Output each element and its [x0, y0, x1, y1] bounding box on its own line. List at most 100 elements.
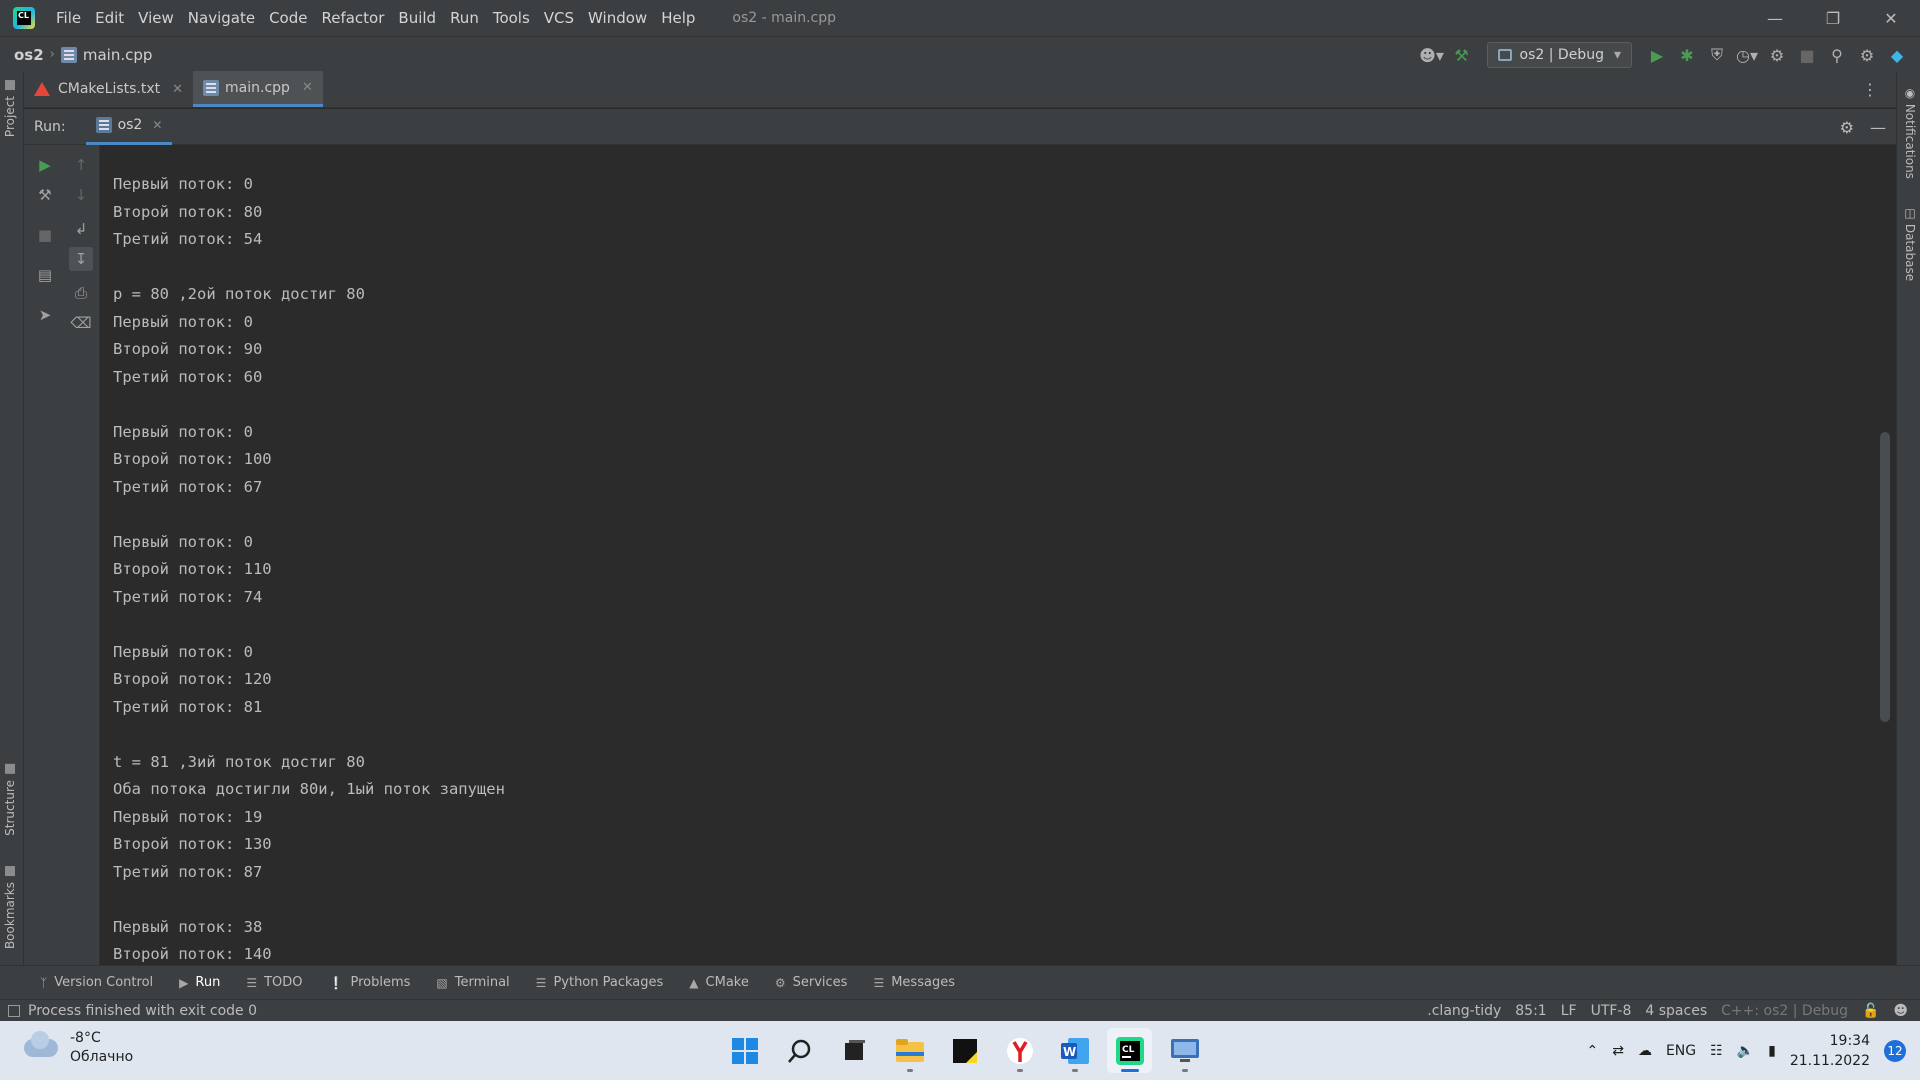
structure-tool-tab[interactable]: Structure	[3, 764, 17, 836]
menu-navigate[interactable]: Navigate	[181, 0, 262, 36]
input-language[interactable]: ENG	[1666, 1043, 1696, 1059]
battery-icon[interactable]: ▮	[1768, 1043, 1776, 1059]
caret-position[interactable]: 85:1	[1515, 1003, 1546, 1019]
menu-window[interactable]: Window	[581, 0, 654, 36]
tab-services[interactable]: ⚙ Services	[775, 966, 848, 1000]
run-configuration-selector[interactable]: os2 | Debug ▾	[1486, 42, 1632, 68]
inspection-icon[interactable]: ☻	[1893, 1003, 1908, 1019]
menu-tools[interactable]: Tools	[486, 0, 537, 36]
menu-code[interactable]: Code	[262, 0, 314, 36]
stop-icon[interactable]: ■	[1792, 40, 1822, 70]
network-sync-icon[interactable]: ⇄	[1612, 1043, 1624, 1059]
attach-icon[interactable]: ⚙	[1762, 40, 1792, 70]
run-tab-close-icon[interactable]: ✕	[152, 118, 162, 132]
task-view-button[interactable]	[832, 1028, 877, 1073]
stop-icon[interactable]: ■	[33, 223, 57, 247]
menu-help[interactable]: Help	[654, 0, 702, 36]
arrow-up-icon[interactable]: ↑	[69, 153, 93, 177]
search-button[interactable]	[777, 1028, 822, 1073]
right-tool-strip: ◉ Notifications ◫ Database	[1896, 72, 1920, 965]
tab-todo[interactable]: ☰ TODO	[246, 966, 302, 1000]
console-line: Второй поток: 130	[113, 835, 272, 853]
coverage-icon[interactable]: ⛨	[1702, 40, 1732, 70]
clion-app[interactable]: CL	[1107, 1028, 1152, 1073]
branch-icon: ᛉ	[40, 975, 48, 990]
minimize-icon[interactable]: —	[1746, 0, 1804, 36]
indent-setting[interactable]: 4 spaces	[1645, 1003, 1707, 1019]
wifi-icon[interactable]: ☷	[1710, 1043, 1723, 1059]
remote-desktop-app[interactable]	[1162, 1028, 1207, 1073]
project-tool-tab[interactable]: Project	[3, 80, 17, 137]
search-icon[interactable]: ⚲	[1822, 40, 1852, 70]
run-tab-os2[interactable]: os2 ✕	[85, 109, 173, 145]
onedrive-icon[interactable]: ☁	[1638, 1043, 1652, 1059]
line-separator[interactable]: LF	[1561, 1003, 1577, 1019]
volume-icon[interactable]: 🔈	[1737, 1043, 1754, 1059]
profile-icon[interactable]: ◷▾	[1732, 40, 1762, 70]
tab-python-packages[interactable]: ☰ Python Packages	[536, 966, 664, 1000]
breadcrumb-file[interactable]: main.cpp	[60, 46, 152, 64]
tab-version-control[interactable]: ᛉ Version Control	[40, 966, 153, 1000]
run-console[interactable]: Первый поток: 0 Второй поток: 80 Третий по…	[101, 145, 1881, 965]
tab-messages[interactable]: ☰ Messages	[873, 966, 955, 1000]
tab-run[interactable]: ▶ Run	[179, 966, 220, 1000]
arrow-down-icon[interactable]: ↓	[69, 183, 93, 207]
bookmarks-tool-tab[interactable]: Bookmarks	[3, 866, 17, 949]
linter-widget[interactable]: .clang-tidy	[1427, 1003, 1501, 1019]
console-scrollbar[interactable]	[1880, 432, 1890, 722]
close-icon[interactable]: ✕	[1862, 0, 1920, 36]
rerun-icon[interactable]: ▶	[33, 153, 57, 177]
tab-close-icon[interactable]: ✕	[302, 80, 313, 95]
pin-icon[interactable]: ➤	[33, 303, 57, 327]
tab-terminal[interactable]: ▧ Terminal	[436, 966, 509, 1000]
hide-panel-icon[interactable]: —	[1870, 118, 1886, 137]
menu-file[interactable]: File	[49, 0, 88, 36]
user-icon[interactable]: ☻▾	[1417, 40, 1447, 70]
tab-cmakelists[interactable]: CMakeLists.txt ✕	[24, 71, 193, 107]
project-tool-tab-label: Project	[3, 96, 17, 138]
trash-icon[interactable]: ⌫	[69, 311, 93, 335]
print-icon[interactable]: ⎙	[69, 281, 93, 305]
clion-logo-icon[interactable]: CL	[13, 7, 35, 29]
tab-main-cpp[interactable]: main.cpp ✕	[193, 71, 323, 107]
resolve-context[interactable]: C++: os2 | Debug	[1721, 1003, 1848, 1019]
run-icon[interactable]: ▶	[1642, 40, 1672, 70]
restore-icon[interactable]: ❐	[1804, 0, 1862, 36]
code-with-me-icon[interactable]: ◆	[1882, 40, 1912, 70]
scroll-to-end-icon[interactable]: ↧	[69, 247, 93, 271]
breadcrumb-project[interactable]: os2	[14, 46, 44, 64]
menu-build[interactable]: Build	[391, 0, 443, 36]
more-vertical-icon[interactable]: ⋮	[1862, 80, 1878, 99]
database-tool-tab[interactable]: ◫ Database	[1903, 206, 1917, 281]
start-button[interactable]	[722, 1028, 767, 1073]
wrench-icon[interactable]: ⚒	[33, 183, 57, 207]
tab-problems[interactable]: ❕ Problems	[329, 966, 411, 1000]
clock[interactable]: 19:34 21.11.2022	[1790, 1031, 1870, 1071]
file-explorer-app[interactable]	[887, 1028, 932, 1073]
menu-refactor[interactable]: Refactor	[314, 0, 391, 36]
weather-widget[interactable]: -8°C Облачно	[24, 1029, 133, 1067]
tab-close-icon[interactable]: ✕	[172, 82, 183, 97]
menu-vcs[interactable]: VCS	[537, 0, 581, 36]
menu-edit[interactable]: Edit	[88, 0, 131, 36]
menu-view[interactable]: View	[131, 0, 181, 36]
status-toggle-icon[interactable]	[8, 1004, 20, 1017]
debug-icon[interactable]: ✱	[1672, 40, 1702, 70]
file-encoding[interactable]: UTF-8	[1591, 1003, 1632, 1019]
settings-gear-icon[interactable]: ⚙	[1840, 118, 1854, 137]
layout-icon[interactable]: ▤	[33, 263, 57, 287]
status-widgets: .clang-tidy 85:1 LF UTF-8 4 spaces C++: …	[1427, 1000, 1908, 1022]
lock-icon[interactable]: 🔓	[1862, 1003, 1879, 1019]
menu-run[interactable]: Run	[443, 0, 486, 36]
tab-cmake[interactable]: ▲ CMake	[689, 966, 749, 1000]
soft-wrap-icon[interactable]: ↲	[69, 217, 93, 241]
build-hammer-icon[interactable]: ⚒	[1447, 40, 1477, 70]
chevron-up-icon[interactable]: ⌃	[1586, 1043, 1598, 1059]
notification-badge[interactable]: 12	[1884, 1039, 1906, 1062]
word-app[interactable]: W	[1052, 1028, 1097, 1073]
notifications-tool-tab[interactable]: ◉ Notifications	[1903, 86, 1917, 179]
settings-gear-icon[interactable]: ⚙	[1852, 40, 1882, 70]
running-indicator	[906, 1069, 913, 1072]
yandex-browser-app[interactable]	[997, 1028, 1042, 1073]
sticky-notes-app[interactable]	[942, 1028, 987, 1073]
